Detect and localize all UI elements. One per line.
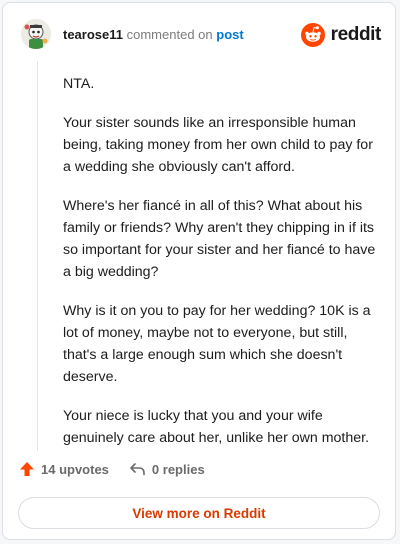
commented-on-text: commented on bbox=[126, 26, 213, 42]
comment-actions: 14 upvotes 0 replies bbox=[19, 461, 205, 477]
comment-paragraph: Where's her fiancé in all of this? What … bbox=[63, 198, 376, 280]
reply-arrow-icon bbox=[130, 463, 145, 476]
avatar-image bbox=[21, 19, 51, 49]
comment-paragraph: Your niece is lucky that you and your wi… bbox=[63, 408, 370, 446]
post-link[interactable]: post bbox=[216, 27, 243, 42]
reddit-brand[interactable]: reddit bbox=[300, 23, 382, 47]
comment-meta: tearose11 commented on post bbox=[63, 27, 244, 42]
reply-button[interactable]: 0 replies bbox=[129, 461, 205, 477]
user-avatar[interactable] bbox=[21, 19, 51, 49]
reply-count: 0 replies bbox=[151, 461, 205, 477]
comment-body: NTA. Your sister sounds like an irrespon… bbox=[63, 73, 379, 466]
upvote-arrow-icon bbox=[20, 462, 34, 476]
comment-paragraph: Your sister sounds like an irresponsible… bbox=[63, 115, 373, 175]
embedded-comment-card: tearose11 commented on post reddit NTA. … bbox=[2, 2, 396, 540]
thread-line bbox=[37, 61, 38, 451]
reddit-wordmark: reddit bbox=[330, 24, 382, 45]
username-link[interactable]: tearose11 bbox=[63, 27, 123, 42]
upvote-count: 14 upvotes bbox=[41, 461, 109, 477]
comment-header: tearose11 commented on post bbox=[21, 19, 244, 49]
comment-paragraph: NTA. bbox=[63, 76, 95, 92]
view-more-button[interactable]: View more on Reddit bbox=[18, 497, 380, 529]
comment-paragraph: Why is it on you to pay for her wedding?… bbox=[63, 303, 371, 385]
upvote-button[interactable]: 14 upvotes bbox=[19, 461, 109, 477]
reddit-snoo-icon bbox=[300, 23, 325, 47]
